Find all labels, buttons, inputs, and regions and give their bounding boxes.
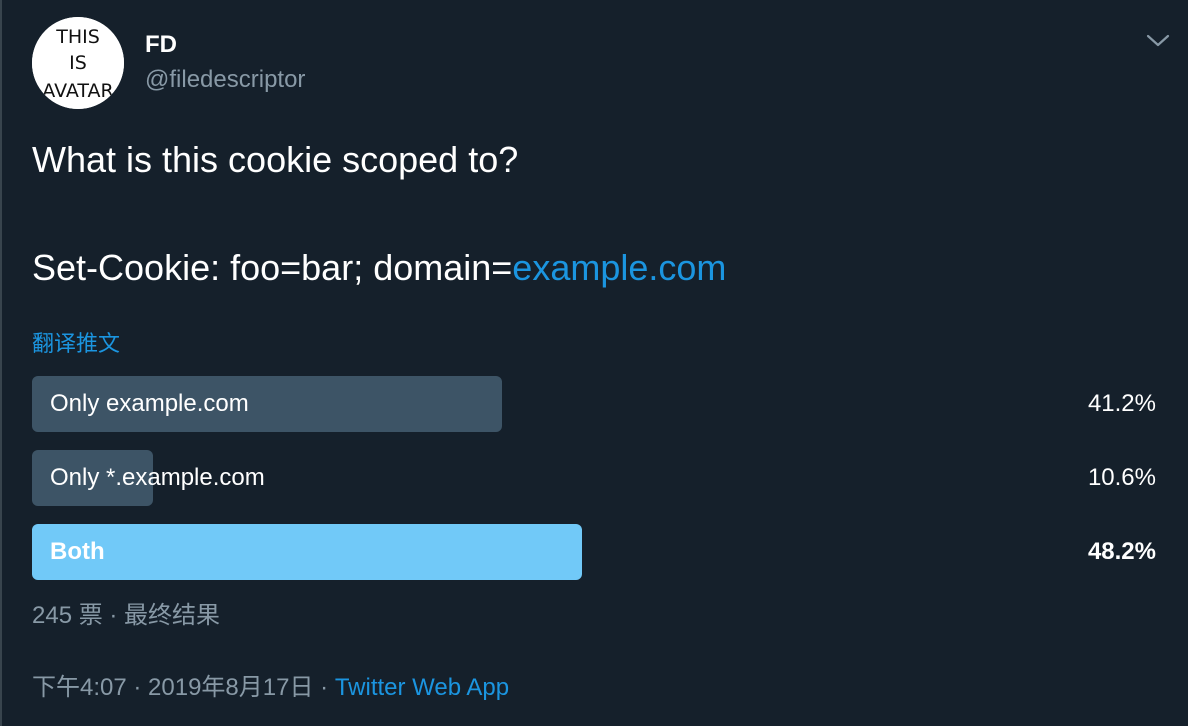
tweet-text-line1: What is this cookie scoped to?	[32, 139, 519, 180]
tweet-text: What is this cookie scoped to? Set-Cooki…	[32, 133, 1152, 295]
tweet-card: THIS IS AVATAR FD @filedescriptor What i…	[0, 0, 1188, 726]
poll-option-percent: 41.2%	[1087, 390, 1156, 417]
poll-vote-count: 245 票 · 最终结果	[32, 602, 221, 629]
poll-option: Only example.com 41.2%	[32, 376, 1156, 432]
timestamp-row: 下午4:07 · 2019年8月17日 · Twitter Web App	[32, 672, 509, 704]
timestamp-separator: ·	[313, 674, 335, 701]
tweet-text-line2: Set-Cookie: foo=bar; domain=example.com	[32, 241, 1152, 295]
avatar-image: THIS IS AVATAR	[32, 17, 124, 109]
tweet-text-prefix: Set-Cookie: foo=bar; domain=	[32, 247, 513, 288]
display-name[interactable]: FD	[145, 30, 177, 60]
poll-bar-winner	[32, 524, 582, 580]
poll-option-percent: 48.2%	[1087, 538, 1156, 565]
user-handle[interactable]: @filedescriptor	[145, 65, 305, 95]
poll-option-label: Only *.example.com	[50, 464, 265, 491]
avatar-text-line1: THIS	[55, 26, 100, 48]
domain-link[interactable]: example.com	[512, 247, 726, 288]
poll-option-label: Both	[50, 538, 105, 565]
avatar-text-line2: IS	[69, 52, 87, 74]
poll-option-winner: Both 48.2%	[32, 524, 1156, 580]
source-app-link[interactable]: Twitter Web App	[335, 674, 509, 701]
poll-option-percent: 10.6%	[1087, 464, 1156, 491]
avatar-text-line3: AVATAR	[42, 80, 113, 102]
poll-option-label: Only example.com	[50, 390, 249, 417]
translate-tweet-link[interactable]: 翻译推文	[32, 330, 120, 358]
tweet-timestamp[interactable]: 下午4:07 · 2019年8月17日	[32, 674, 313, 701]
chevron-down-icon[interactable]	[1144, 28, 1172, 52]
poll-option: Only *.example.com 10.6%	[32, 450, 1156, 506]
avatar[interactable]: THIS IS AVATAR	[32, 17, 124, 109]
